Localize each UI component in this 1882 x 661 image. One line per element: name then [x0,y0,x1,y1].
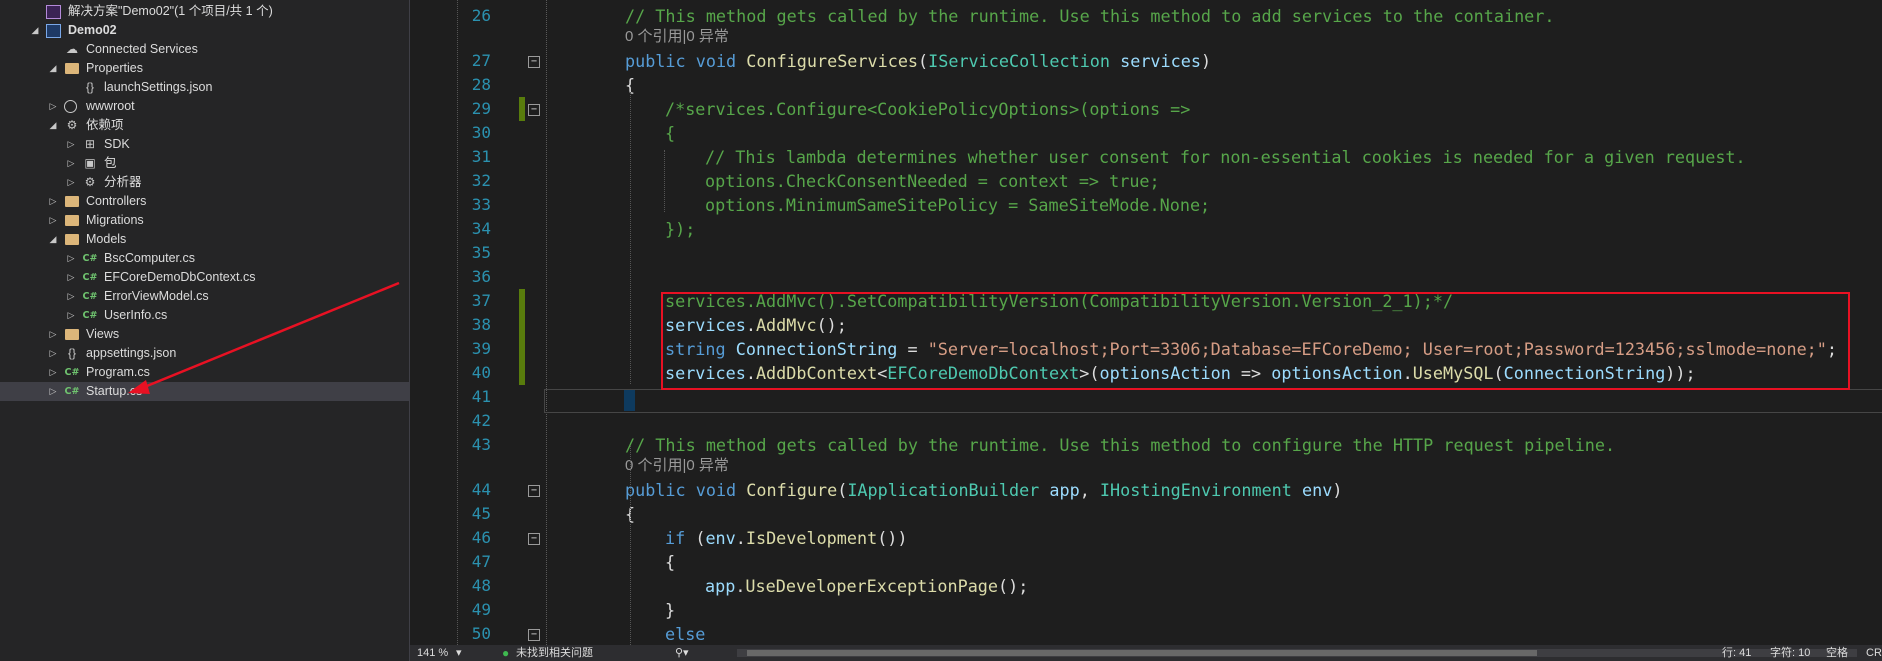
line-indicator: 行: 41 [1722,647,1752,659]
spaces-indicator[interactable]: 空格 [1826,645,1848,661]
arrow-head [128,380,150,394]
zoom-dropdown-icon[interactable]: ▾ [456,645,462,661]
horizontal-scrollbar[interactable] [737,649,1857,657]
scrollbar-thumb[interactable] [747,650,1537,656]
char-indicator: 字符: 10 [1770,647,1811,659]
line-ending-indicator[interactable]: CR [1866,645,1882,661]
brush-icon[interactable]: ⚲▾ [675,645,689,661]
status-bar: 141 % ▾ ● 未找到相关问题 ⚲▾ 行: 41 字符: 10 空格 CR [410,645,1882,661]
zoom-level[interactable]: 141 % [417,645,448,661]
red-annotation-arrow [128,281,400,394]
arrow-shaft [141,281,400,390]
check-circle-icon: ● [502,646,510,660]
issues-status[interactable]: 未找到相关问题 [516,645,593,661]
